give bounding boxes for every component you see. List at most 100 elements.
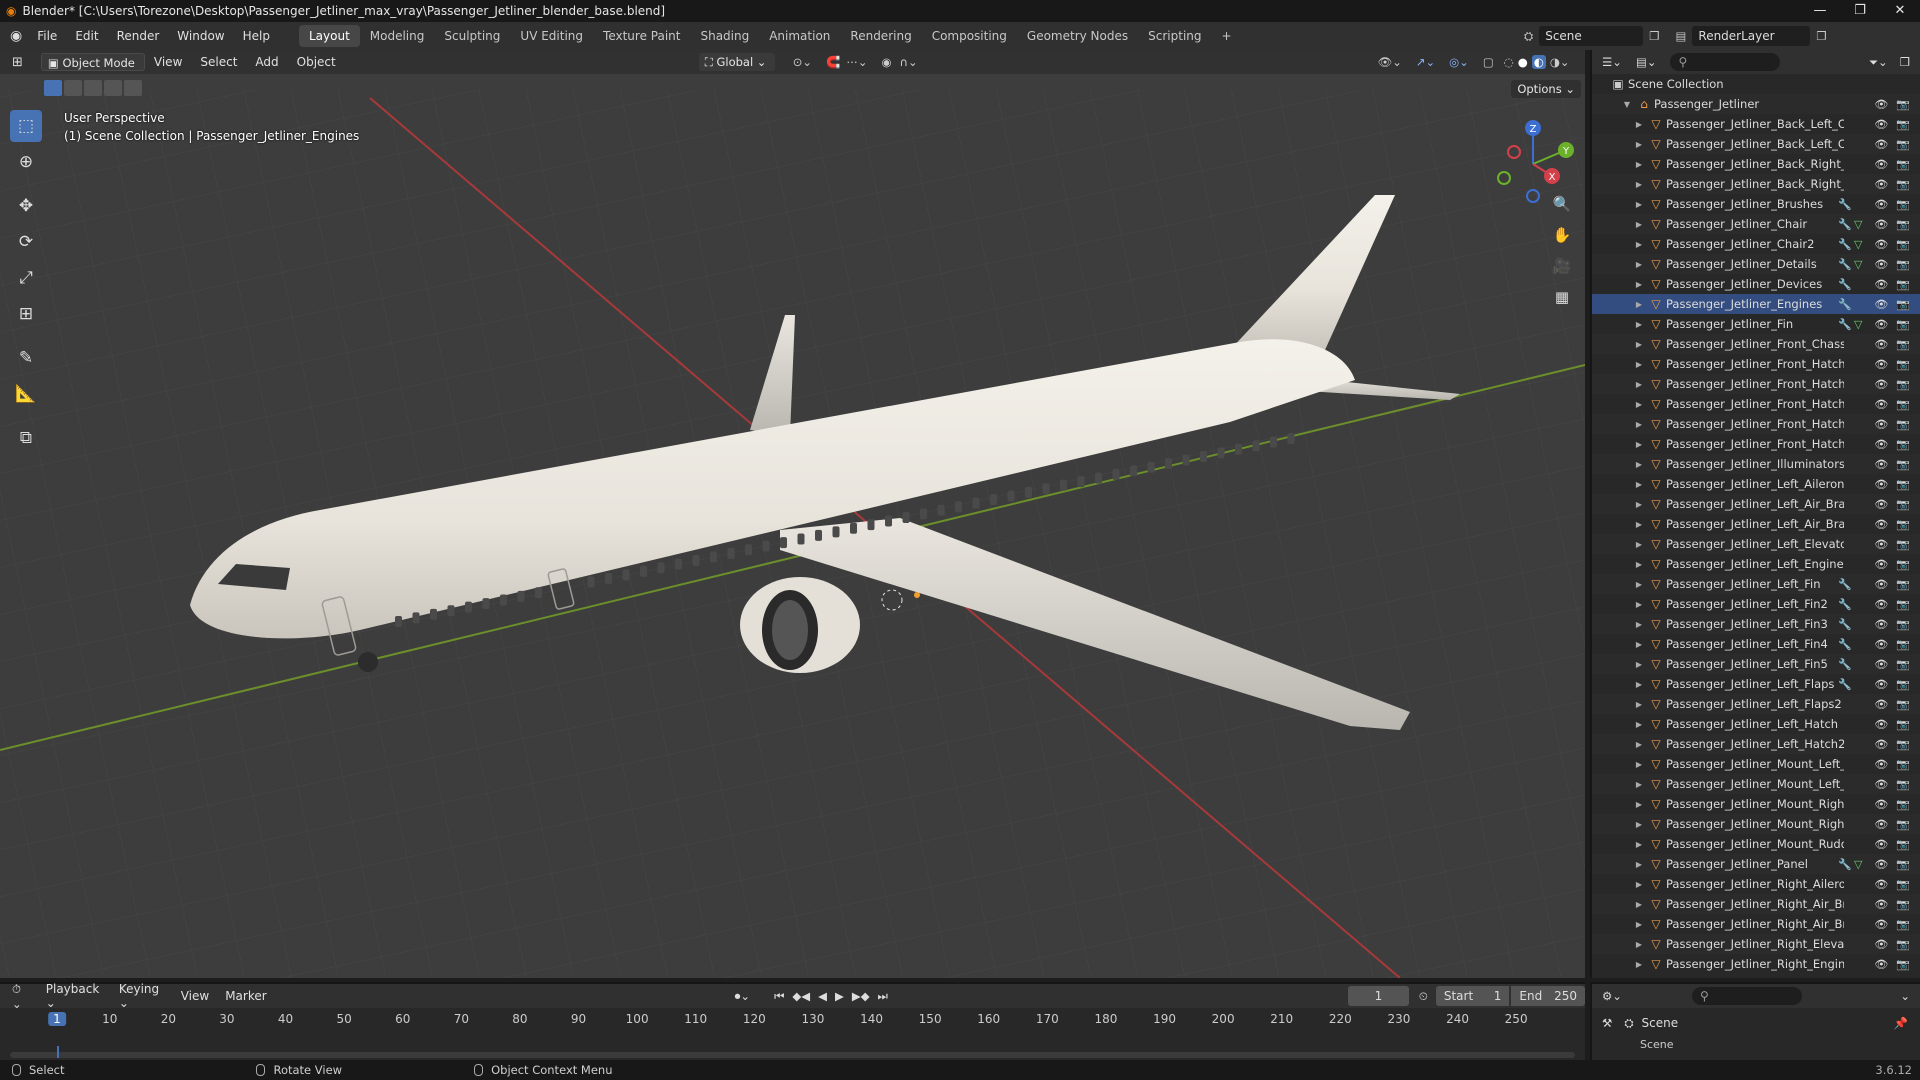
tab-layout[interactable]: Layout [298, 25, 360, 47]
outliner-item[interactable]: ▶ ▽ Passenger_Jetliner_Left_Fin4 🔧 👁 📷 [1592, 634, 1920, 654]
camera-icon[interactable]: 📷 [1896, 698, 1910, 711]
camera-icon[interactable]: 📷 [1896, 218, 1910, 231]
expand-arrow-icon[interactable]: ▶ [1632, 640, 1646, 649]
pin-icon[interactable]: 📌 [1894, 1016, 1908, 1030]
expand-arrow-icon[interactable]: ▶ [1632, 860, 1646, 869]
camera-icon[interactable]: 📷 [1896, 558, 1910, 571]
measure-tool-icon[interactable]: 📐 [10, 378, 42, 410]
outliner-item[interactable]: ▶ ▽ Passenger_Jetliner_Right_Air_Brake2 👁 📷 [1592, 914, 1920, 934]
timeline-menu-marker[interactable]: Marker [217, 989, 274, 1003]
gizmo-toggle-icon[interactable]: ↗⌄ [1416, 55, 1435, 69]
outliner-item[interactable]: ▶ ▽ Passenger_Jetliner_Mount_Left_Ailer 👁 📷 [1592, 754, 1920, 774]
expand-arrow-icon[interactable]: ▶ [1632, 400, 1646, 409]
eye-icon[interactable]: 👁 [1874, 258, 1888, 271]
eye-icon[interactable]: 👁 [1874, 118, 1888, 131]
camera-icon[interactable]: 📷 [1896, 638, 1910, 651]
expand-arrow-icon[interactable]: ▶ [1632, 740, 1646, 749]
timeline-menu-playback[interactable]: Playback ⌄ [38, 982, 111, 1010]
shading-wireframe-icon[interactable]: ◌ [1504, 55, 1514, 69]
current-frame-field[interactable]: 1 [1347, 986, 1409, 1006]
camera-icon[interactable]: 📷 [1896, 918, 1910, 931]
outliner-item[interactable]: ▶ ▽ Passenger_Jetliner_Left_Air_Brake2 👁 📷 [1592, 514, 1920, 534]
pivot-point-icon[interactable]: ⊙⌄ [793, 55, 812, 69]
shading-rendered-icon[interactable]: ◑⌄ [1550, 55, 1570, 69]
minimize-button[interactable]: — [1800, 0, 1840, 22]
camera-icon[interactable]: 📷 [1896, 138, 1910, 151]
select-extend-icon[interactable] [64, 80, 82, 96]
tab-modeling[interactable]: Modeling [360, 25, 435, 47]
outliner-item[interactable]: ▶ ▽ Passenger_Jetliner_Front_Hatch2 👁 📷 [1592, 394, 1920, 414]
eye-icon[interactable]: 👁 [1874, 458, 1888, 471]
jump-start-icon[interactable]: ⏮ [774, 989, 784, 1004]
camera-icon[interactable]: 📷 [1896, 778, 1910, 791]
camera-icon[interactable]: 📷 [1896, 738, 1910, 751]
expand-arrow-icon[interactable]: ▶ [1632, 260, 1646, 269]
expand-arrow-icon[interactable]: ▶ [1632, 360, 1646, 369]
mesh-data-icon[interactable]: ▽ [1854, 238, 1862, 251]
camera-icon[interactable]: 📷 [1896, 798, 1910, 811]
camera-icon[interactable]: 📷 [1896, 158, 1910, 171]
expand-arrow-icon[interactable]: ▶ [1632, 880, 1646, 889]
camera-icon[interactable]: 📷 [1896, 418, 1910, 431]
snap-icon[interactable]: 🧲 [826, 55, 840, 69]
properties-search-input[interactable]: ⚲ [1691, 987, 1802, 1005]
tab-texture-paint[interactable]: Texture Paint [593, 25, 690, 47]
menu-help[interactable]: Help [234, 29, 279, 43]
modifier-icon[interactable]: 🔧 [1838, 198, 1852, 211]
new-renderlayer-button[interactable]: ❐ [1816, 29, 1826, 43]
properties-editor-icon[interactable]: ⚙⌄ [1602, 989, 1622, 1003]
expand-arrow-icon[interactable]: ▶ [1632, 900, 1646, 909]
camera-icon[interactable]: 📷 [1896, 658, 1910, 671]
outliner-item[interactable]: ▶ ▽ Passenger_Jetliner_Front_Hatch4 👁 📷 [1592, 434, 1920, 454]
camera-icon[interactable]: 📷 [1896, 498, 1910, 511]
move-tool-icon[interactable]: ✥ [10, 190, 42, 222]
eye-icon[interactable]: 👁 [1874, 778, 1888, 791]
camera-icon[interactable]: 📷 [1896, 338, 1910, 351]
play-icon[interactable]: ▶ [835, 989, 844, 1003]
camera-icon[interactable]: 📷 [1896, 358, 1910, 371]
transform-orientation-dropdown[interactable]: ⛶ Global ⌄ [698, 53, 775, 71]
eye-icon[interactable]: 👁 [1874, 538, 1888, 551]
eye-icon[interactable]: 👁 [1874, 318, 1888, 331]
eye-icon[interactable]: 👁 [1874, 478, 1888, 491]
camera-icon[interactable]: 📷 [1896, 458, 1910, 471]
expand-arrow-icon[interactable]: ▶ [1632, 940, 1646, 949]
maximize-button[interactable]: ❐ [1840, 0, 1880, 22]
camera-icon[interactable]: 📷 [1896, 818, 1910, 831]
next-keyframe-icon[interactable]: ▶◆ [852, 989, 870, 1003]
tab-rendering[interactable]: Rendering [840, 25, 921, 47]
tab-scripting[interactable]: Scripting [1138, 25, 1211, 47]
scene-selector[interactable]: Scene [1539, 26, 1644, 46]
eye-icon[interactable]: 👁 [1874, 278, 1888, 291]
preview-range-icon[interactable]: ⏲ [1419, 989, 1428, 1004]
camera-icon[interactable]: 📷 [1896, 398, 1910, 411]
eye-icon[interactable]: 👁 [1874, 98, 1888, 111]
camera-icon[interactable]: 📷 [1896, 98, 1910, 111]
eye-icon[interactable]: 👁 [1874, 358, 1888, 371]
expand-arrow-icon[interactable]: ▶ [1632, 600, 1646, 609]
outliner-item[interactable]: ▶ ▽ Passenger_Jetliner_Back_Left_Chass 👁 📷 [1592, 134, 1920, 154]
scene-collection-row[interactable]: ▣ Scene Collection [1592, 74, 1920, 94]
renderlayer-selector[interactable]: RenderLayer [1692, 26, 1811, 46]
modifier-icon[interactable]: 🔧 [1838, 318, 1852, 331]
outliner-item[interactable]: ▶ ▽ Passenger_Jetliner_Chair 🔧 ▽ 👁 📷 [1592, 214, 1920, 234]
expand-arrow-icon[interactable]: ▶ [1632, 220, 1646, 229]
eye-icon[interactable]: 👁 [1874, 198, 1888, 211]
expand-arrow-icon[interactable]: ▶ [1632, 300, 1646, 309]
outliner-item[interactable]: ▶ ▽ Passenger_Jetliner_Back_Right_Chas 👁 📷 [1592, 154, 1920, 174]
add-cube-tool-icon[interactable]: ⧉ [10, 422, 42, 454]
expand-arrow-icon[interactable]: ▶ [1632, 580, 1646, 589]
modifier-icon[interactable]: 🔧 [1838, 218, 1852, 231]
expand-arrow-icon[interactable]: ▶ [1632, 200, 1646, 209]
eye-icon[interactable]: 👁 [1874, 838, 1888, 851]
camera-icon[interactable]: 📷 [1896, 318, 1910, 331]
outliner-item[interactable]: ▶ ▽ Passenger_Jetliner_Panel 🔧 ▽ 👁 📷 [1592, 854, 1920, 874]
camera-view-icon[interactable]: 🎥 [1548, 252, 1576, 280]
outliner-item[interactable]: ▶ ▽ Passenger_Jetliner_Fin 🔧 ▽ 👁 📷 [1592, 314, 1920, 334]
mesh-data-icon[interactable]: ▽ [1854, 318, 1862, 331]
modifier-icon[interactable]: 🔧 [1838, 858, 1852, 871]
camera-icon[interactable]: 📷 [1896, 598, 1910, 611]
eye-icon[interactable]: 👁 [1874, 878, 1888, 891]
eye-icon[interactable]: 👁 [1874, 898, 1888, 911]
prev-keyframe-icon[interactable]: ◆◀ [792, 989, 810, 1003]
